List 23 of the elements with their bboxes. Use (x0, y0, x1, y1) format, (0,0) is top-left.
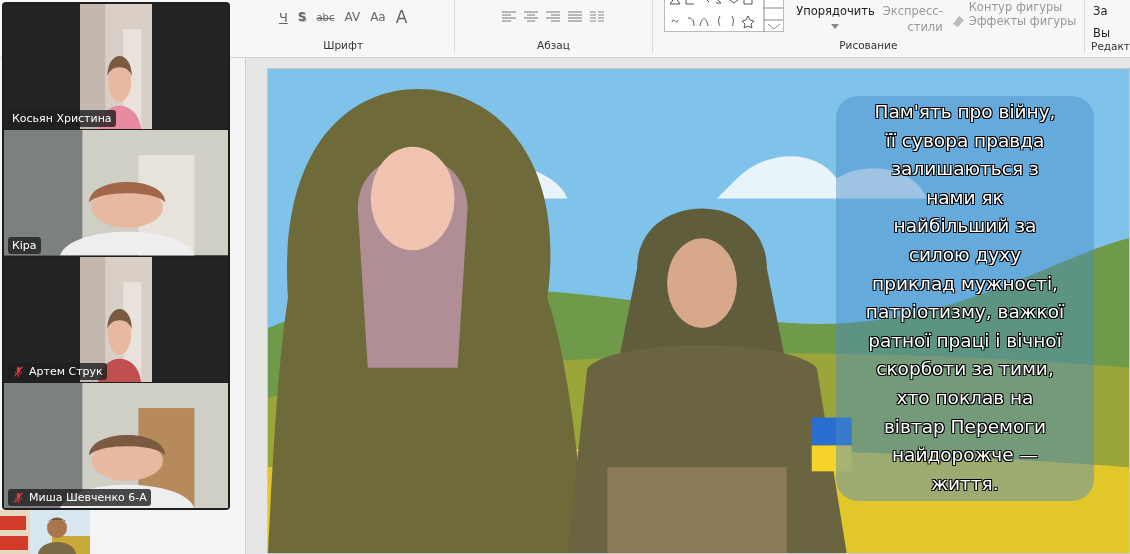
group-label: Шрифт (323, 39, 363, 53)
arrange-button[interactable]: Упорядочить (794, 0, 877, 18)
video-tile[interactable]: Миша Шевченко 6-А (4, 382, 228, 508)
group-label: Рисование (839, 39, 898, 53)
eraser-icon (950, 14, 965, 28)
font-format-button[interactable]: Aa (368, 10, 388, 24)
group-label: Редакт (1091, 40, 1130, 54)
font-format-button[interactable]: A (393, 7, 410, 27)
font-format-button[interactable]: S (295, 10, 309, 24)
replace-button[interactable]: За (1091, 0, 1110, 18)
align-icon[interactable] (501, 11, 518, 23)
align-icon[interactable] (545, 11, 562, 23)
font-format-button[interactable]: abc (314, 11, 337, 23)
columns-icon[interactable] (589, 11, 606, 23)
font-format-button[interactable]: Ч (276, 9, 290, 25)
quote-text: Пам'ять про війну, її сувора правда залишаються з нами як найбільший за силою духу приклад мужності, патріотизму, важкої ратної праці і вічної скорботи за тими, хто поклав на вівтар Перемоги найдорожче — життя. (836, 96, 1094, 501)
name-text: Миша Шевченко 6-А (29, 491, 147, 504)
caret-icon (831, 24, 840, 29)
group-label: Абзац (536, 39, 570, 53)
select-button[interactable]: Вы (1091, 22, 1113, 40)
font-format-button[interactable]: AV (342, 10, 363, 24)
align-icon[interactable] (567, 11, 584, 23)
align-icon[interactable] (523, 11, 540, 23)
